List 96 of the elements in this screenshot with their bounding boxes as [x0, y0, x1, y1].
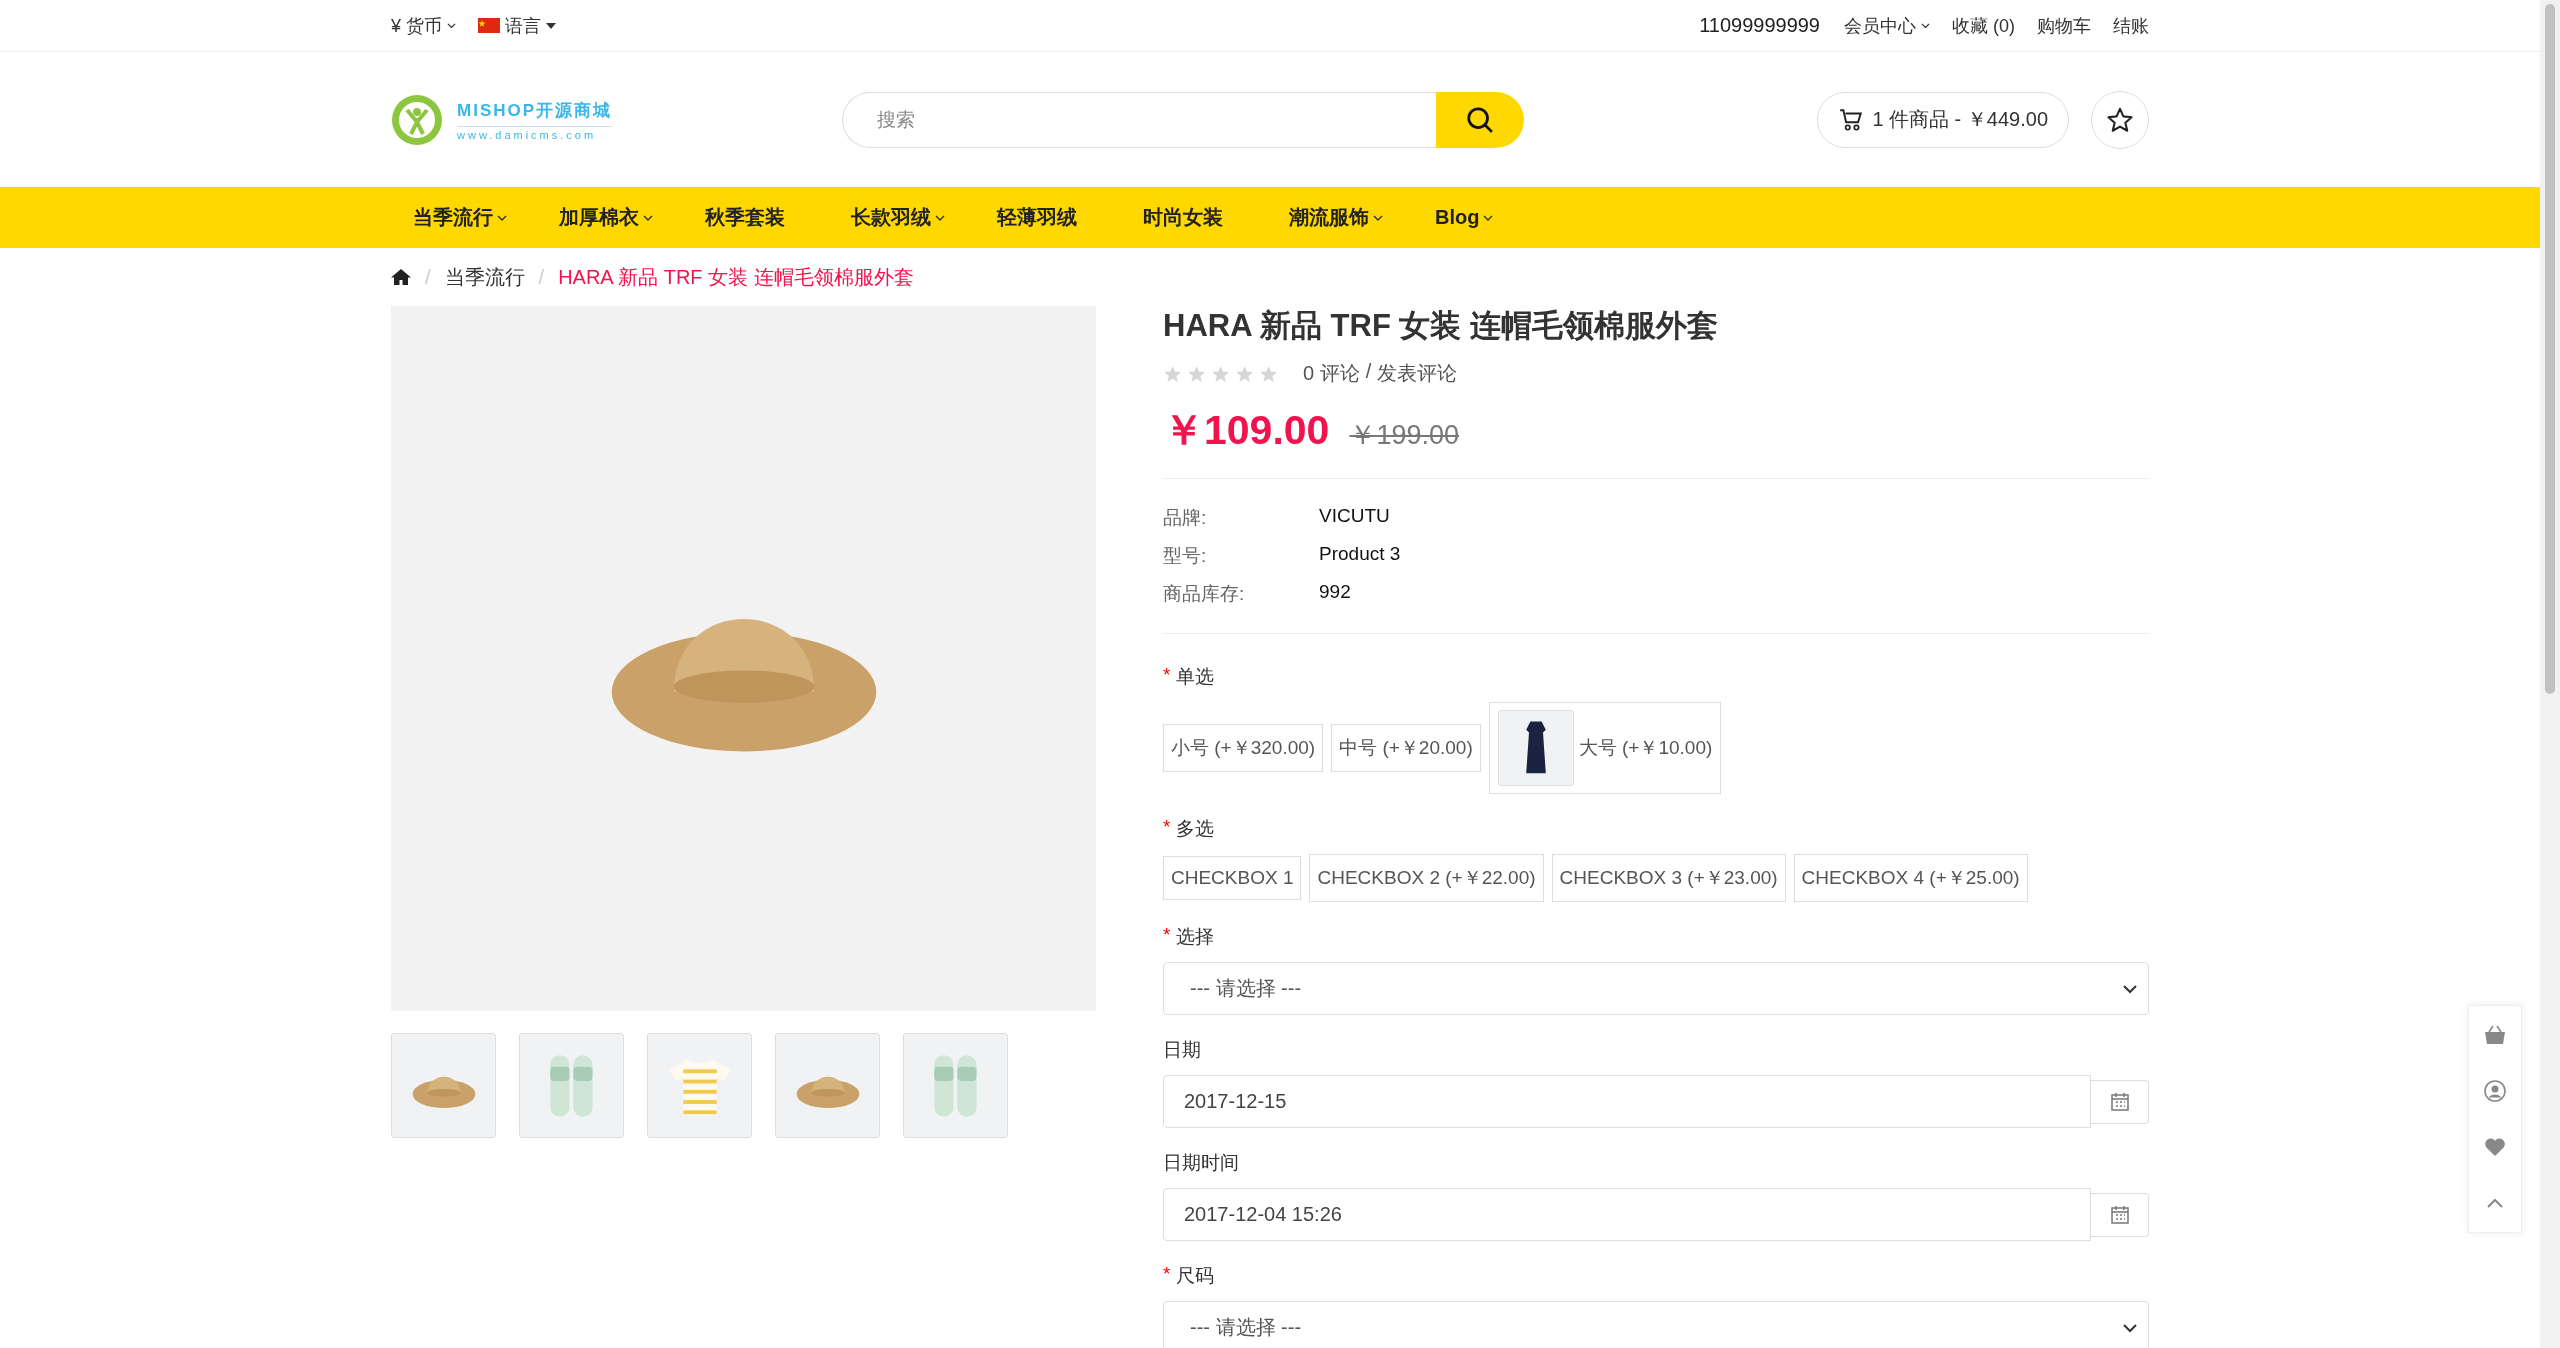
select-field[interactable]: --- 请选择 --- — [1163, 962, 2149, 1016]
price: ￥109.00 — [1163, 406, 1330, 456]
nav-item[interactable]: 加厚棉衣 — [537, 204, 683, 231]
option-label: 尺码 — [1176, 1264, 1215, 1289]
spec-label: 品牌: — [1163, 506, 1208, 531]
option-text: CHECKBOX 3 (+￥23.00) — [1559, 866, 1778, 891]
calendar-icon — [2109, 1204, 2130, 1225]
spec-label: 商品库存: — [1163, 582, 1246, 607]
option-text: CHECKBOX 4 (+￥25.00) — [1801, 866, 2020, 891]
breadcrumb-separator: / — [425, 265, 431, 289]
reviews-link[interactable]: 0 评论 — [1303, 360, 1360, 388]
required-mark: * — [1163, 816, 1171, 840]
caret-icon — [1373, 214, 1383, 221]
spec-label: 型号: — [1163, 544, 1208, 569]
nav-item[interactable]: 长款羽绒 — [829, 204, 975, 231]
star-icon — [2106, 105, 2134, 134]
top-link[interactable]: 结账 — [2113, 13, 2149, 38]
required-mark: * — [1163, 1263, 1171, 1287]
breadcrumb-link[interactable]: HARA 新品 TRF 女装 连帽毛领棉服外套 — [558, 263, 914, 291]
option-text: CHECKBOX 2 (+￥22.00) — [1317, 866, 1536, 891]
sandals-photo-placeholder — [549, 1053, 594, 1118]
thumbnail[interactable] — [775, 1033, 880, 1138]
search-field[interactable]: 搜索 — [842, 91, 1436, 148]
required-mark: * — [1163, 664, 1171, 688]
currency-menu[interactable]: ¥ 货币 — [391, 13, 456, 38]
required-mark: * — [1163, 924, 1171, 948]
nav-item[interactable]: 当季流行 — [391, 204, 537, 231]
caret-icon — [546, 22, 556, 29]
select-field[interactable]: --- 请选择 --- — [1163, 1301, 2149, 1348]
nav-item[interactable]: 时尚女装 — [1121, 204, 1267, 231]
user-icon — [2484, 1080, 2506, 1102]
checkbox-option[interactable]: CHECKBOX 2 (+￥22.00) — [1309, 854, 1544, 903]
option-label: 日期 — [1163, 1038, 1201, 1063]
radio-option[interactable]: 小号 (+￥320.00) — [1163, 724, 1324, 773]
caret-icon — [497, 214, 507, 221]
chevron-icon — [2122, 983, 2138, 994]
option-text: 小号 (+￥320.00) — [1171, 736, 1316, 761]
nav-item[interactable]: 秋季套装 — [683, 204, 829, 231]
language-menu[interactable]: 语言 — [478, 13, 556, 38]
nav-item[interactable]: Blog — [1413, 206, 1559, 229]
nav-item[interactable]: 潮流服饰 — [1267, 204, 1413, 231]
date-field[interactable]: 2017-12-15 — [1163, 1075, 2091, 1129]
option-label: 单选 — [1176, 665, 1215, 690]
search-icon — [1465, 104, 1495, 135]
calendar-icon — [2109, 1091, 2130, 1112]
top-link[interactable]: 会员中心 — [1844, 13, 1930, 38]
spec-value: Product 3 — [1319, 543, 1402, 567]
write-review-link[interactable]: 发表评论 — [1377, 360, 1458, 388]
old-price: ￥199.00 — [1349, 419, 1459, 453]
chevron-up-icon — [2486, 1197, 2504, 1209]
caret-icon — [643, 214, 653, 221]
search-button[interactable] — [1436, 91, 1524, 148]
thumbnail[interactable] — [903, 1033, 1008, 1138]
thumbnail[interactable] — [391, 1033, 496, 1138]
separator: / — [1365, 360, 1372, 385]
option-text: CHECKBOX 1 — [1171, 867, 1294, 890]
caret-icon — [1483, 214, 1494, 221]
caret-icon — [1921, 22, 1930, 29]
thumbnail[interactable] — [647, 1033, 752, 1138]
chevron-icon — [2122, 1322, 2138, 1333]
phone-number: 11099999999 — [1699, 14, 1820, 37]
radio-option[interactable]: 大号 (+￥10.00) — [1488, 702, 1722, 795]
basket-icon — [2484, 1025, 2506, 1045]
caret-icon — [935, 214, 945, 221]
top-link[interactable]: 收藏 (0) — [1952, 13, 2015, 38]
checkbox-option[interactable]: CHECKBOX 3 (+￥23.00) — [1551, 854, 1786, 903]
flag-icon — [478, 18, 500, 33]
spec-value: VICUTU — [1319, 505, 1391, 529]
cart-button[interactable]: 1 件商品 - ￥449.00 — [1817, 91, 2069, 148]
checkbox-option[interactable]: CHECKBOX 1 — [1163, 856, 1302, 901]
heart-icon — [2484, 1137, 2506, 1157]
cart-icon — [1838, 106, 1865, 133]
checkbox-option[interactable]: CHECKBOX 4 (+￥25.00) — [1793, 854, 2028, 903]
logo-icon — [391, 93, 443, 146]
product-title: HARA 新品 TRF 女装 连帽毛领棉服外套 — [1163, 307, 1720, 345]
top-link[interactable]: 购物车 — [2037, 13, 2091, 38]
date-field[interactable]: 2017-12-04 15:26 — [1163, 1188, 2091, 1242]
logo-title: MISHOP开源商城 — [457, 99, 613, 122]
caret-icon — [447, 22, 456, 29]
option-label: 日期时间 — [1163, 1151, 1239, 1176]
home-icon[interactable] — [391, 268, 411, 286]
calendar-button[interactable] — [2091, 1192, 2149, 1237]
option-label: 选择 — [1176, 925, 1215, 950]
breadcrumb-separator: / — [538, 265, 545, 289]
nav-item[interactable]: 轻薄羽绒 — [975, 204, 1121, 231]
breadcrumb-link[interactable]: 当季流行 — [444, 263, 525, 291]
option-text: 中号 (+￥20.00) — [1339, 736, 1473, 761]
logo-url: www.damicms.com — [457, 125, 613, 141]
option-label: 多选 — [1176, 817, 1215, 842]
option-text: 大号 (+￥10.00) — [1578, 736, 1713, 761]
radio-option[interactable]: 中号 (+￥20.00) — [1331, 724, 1481, 773]
sandals-photo-placeholder — [933, 1053, 978, 1118]
spec-value: 992 — [1319, 581, 1352, 605]
calendar-button[interactable] — [2091, 1079, 2149, 1124]
scrollbar[interactable] — [2540, 0, 2560, 1348]
thumbnail[interactable] — [519, 1033, 624, 1138]
